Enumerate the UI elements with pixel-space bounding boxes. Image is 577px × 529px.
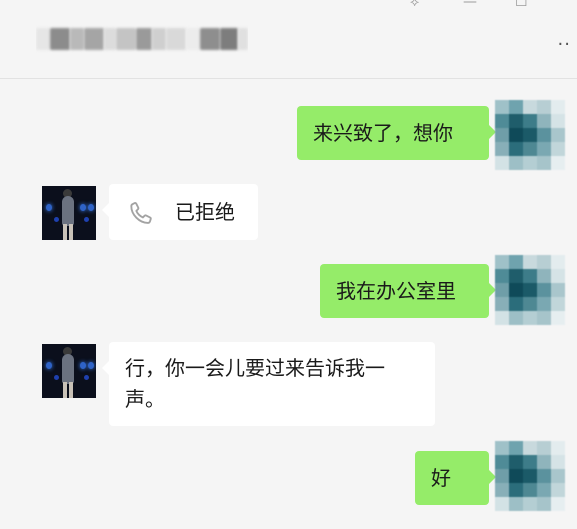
contact-name-blurred [36, 18, 248, 58]
avatar-mosaic-cell [551, 142, 565, 156]
avatar-mosaic-cell [495, 128, 509, 142]
message-bubble-outgoing[interactable]: 我在办公室里 [320, 264, 496, 318]
avatar-mosaic-cell [495, 255, 509, 269]
avatar-mosaic-cell [523, 255, 537, 269]
avatar-mosaic-cell [551, 297, 565, 311]
message-text-line: 声。 [125, 387, 165, 411]
avatar-mosaic-cell [537, 142, 551, 156]
chat-header: ⟡ — ☐ ·· [0, 0, 577, 79]
call-status-text: 已拒绝 [175, 200, 235, 224]
avatar-mosaic-cell [551, 497, 565, 511]
avatar-mosaic-cell [551, 114, 565, 128]
avatar-mosaic-cell [523, 469, 537, 483]
avatar-mosaic-cell [537, 483, 551, 497]
avatar-mosaic-cell [523, 114, 537, 128]
avatar-mosaic-cell [537, 311, 551, 325]
avatar-mosaic-cell [523, 455, 537, 469]
message-text: 我在办公室里 [336, 279, 456, 303]
avatar-mosaic-cell [509, 114, 523, 128]
message-bubble-incoming[interactable]: 行，你一会儿要过来告诉我一 声。 [102, 342, 435, 426]
avatar-mosaic-cell [537, 297, 551, 311]
self-avatar[interactable] [495, 441, 565, 511]
call-record-bubble[interactable]: 已拒绝 [102, 184, 258, 240]
avatar-mosaic-cell [509, 283, 523, 297]
chat-window: ⟡ — ☐ ·· 来兴致了，想你 已拒绝 我在办公室里 行，你一会儿要过来告诉我… [0, 0, 577, 529]
avatar-mosaic-cell [537, 269, 551, 283]
avatar-mosaic-cell [523, 297, 537, 311]
avatar-mosaic-cell [495, 455, 509, 469]
avatar-mosaic-cell [537, 100, 551, 114]
avatar-mosaic-cell [495, 100, 509, 114]
avatar-mosaic-cell [551, 156, 565, 170]
phone-icon [130, 202, 152, 224]
avatar-mosaic-cell [509, 128, 523, 142]
avatar-mosaic-cell [523, 269, 537, 283]
avatar-mosaic-cell [537, 455, 551, 469]
message-text: 来兴致了，想你 [313, 121, 453, 145]
avatar-mosaic-cell [509, 100, 523, 114]
avatar-mosaic-cell [495, 441, 509, 455]
avatar-mosaic-cell [495, 142, 509, 156]
avatar-mosaic-cell [523, 311, 537, 325]
avatar-mosaic-cell [523, 100, 537, 114]
avatar-mosaic-cell [495, 114, 509, 128]
avatar-mosaic-cell [509, 469, 523, 483]
avatar-mosaic-cell [509, 311, 523, 325]
avatar-mosaic-cell [551, 441, 565, 455]
avatar-mosaic-cell [537, 469, 551, 483]
avatar-mosaic-cell [509, 483, 523, 497]
contact-avatar[interactable] [42, 186, 96, 240]
avatar-mosaic-cell [537, 114, 551, 128]
pin-icon[interactable]: ⟡ [410, 0, 419, 10]
avatar-mosaic-cell [495, 483, 509, 497]
more-options-icon[interactable]: ·· [558, 34, 571, 55]
message-text-line: 行，你一会儿要过来告诉我一 [125, 356, 385, 380]
avatar-mosaic-cell [551, 483, 565, 497]
avatar-mosaic-cell [509, 156, 523, 170]
avatar-mosaic-cell [495, 269, 509, 283]
avatar-mosaic-cell [523, 142, 537, 156]
avatar-mosaic-cell [523, 283, 537, 297]
avatar-mosaic-cell [537, 441, 551, 455]
avatar-mosaic-cell [509, 142, 523, 156]
message-bubble-outgoing[interactable]: 来兴致了，想你 [297, 106, 496, 160]
avatar-mosaic-cell [495, 497, 509, 511]
self-avatar[interactable] [495, 100, 565, 170]
avatar-mosaic-cell [509, 455, 523, 469]
avatar-mosaic-cell [509, 255, 523, 269]
avatar-mosaic-cell [537, 156, 551, 170]
avatar-mosaic-cell [495, 283, 509, 297]
avatar-mosaic-cell [495, 469, 509, 483]
avatar-mosaic-cell [523, 441, 537, 455]
avatar-mosaic-cell [551, 455, 565, 469]
contact-avatar[interactable] [42, 344, 96, 398]
avatar-mosaic-cell [537, 283, 551, 297]
message-text: 好 [431, 466, 451, 490]
self-avatar[interactable] [495, 255, 565, 325]
avatar-mosaic-cell [523, 128, 537, 142]
avatar-mosaic-cell [509, 441, 523, 455]
avatar-mosaic-cell [551, 128, 565, 142]
avatar-mosaic-cell [523, 497, 537, 511]
avatar-mosaic-cell [551, 283, 565, 297]
avatar-mosaic-cell [509, 269, 523, 283]
avatar-mosaic-cell [495, 156, 509, 170]
avatar-mosaic-cell [523, 483, 537, 497]
avatar-mosaic-cell [509, 497, 523, 511]
avatar-mosaic-cell [551, 100, 565, 114]
avatar-mosaic-cell [523, 156, 537, 170]
avatar-mosaic-cell [537, 128, 551, 142]
avatar-mosaic-cell [551, 255, 565, 269]
avatar-mosaic-cell [495, 311, 509, 325]
maximize-icon[interactable]: ☐ [515, 0, 528, 10]
minimize-icon[interactable]: — [463, 0, 477, 10]
avatar-mosaic-cell [509, 297, 523, 311]
avatar-mosaic-cell [537, 255, 551, 269]
avatar-mosaic-cell [551, 269, 565, 283]
avatar-mosaic-cell [537, 497, 551, 511]
avatar-mosaic-cell [551, 469, 565, 483]
message-bubble-outgoing[interactable]: 好 [415, 451, 496, 505]
avatar-mosaic-cell [495, 297, 509, 311]
avatar-mosaic-cell [551, 311, 565, 325]
